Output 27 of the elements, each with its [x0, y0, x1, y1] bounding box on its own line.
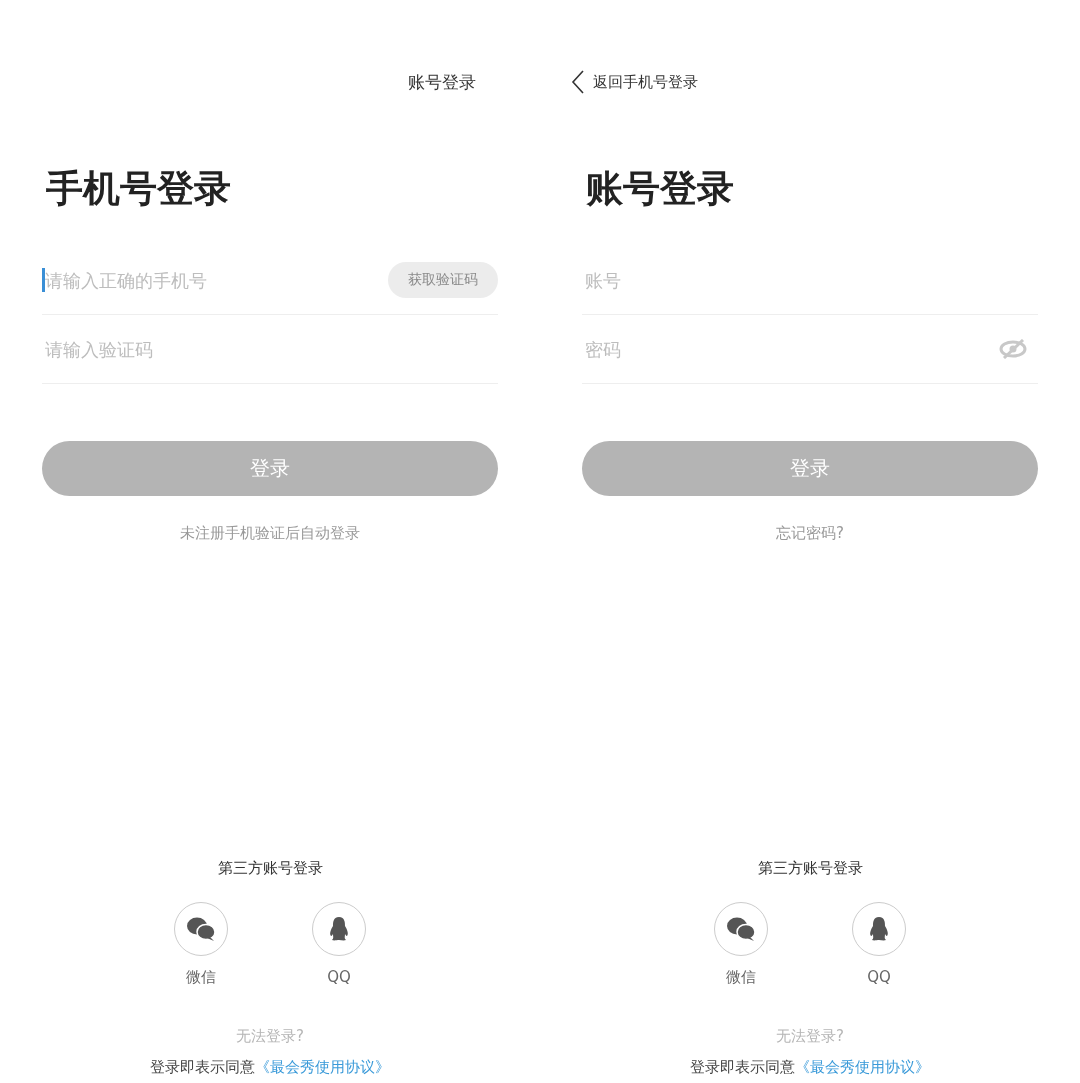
help-link[interactable]: 无法登录?	[236, 1027, 304, 1046]
section-title: 第三方账号登录	[216, 859, 324, 878]
agreement-link[interactable]: 《最会秀使用协议》	[795, 1058, 930, 1076]
info-text: 未注册手机验证后自动登录	[180, 524, 360, 543]
back-button[interactable]: 返回手机号登录	[571, 70, 698, 94]
page-title: 账号登录	[585, 166, 735, 212]
chat-bubbles-icon	[186, 916, 216, 942]
agreement-link[interactable]: 《最会秀使用协议》	[255, 1058, 390, 1076]
input-field[interactable]: 密码	[582, 337, 998, 361]
input-field[interactable]: 请输入验证码	[42, 337, 498, 361]
account-login-link[interactable]: 账号登录	[408, 71, 476, 94]
agreement-text: 登录即表示同意《最会秀使用协议》	[149, 1058, 391, 1077]
forgot-password-link[interactable]: 忘记密码?	[776, 524, 844, 543]
option-label: 微信	[726, 968, 756, 987]
option-label: QQ	[327, 968, 351, 986]
input-field[interactable]: 账号	[582, 268, 1038, 292]
penguin-icon	[868, 916, 890, 942]
page-title: 手机号登录	[45, 166, 232, 212]
penguin-icon	[328, 916, 350, 942]
back-icon	[571, 70, 585, 94]
help-link[interactable]: 无法登录?	[776, 1027, 844, 1046]
input-field[interactable]: 请输入正确的手机号	[42, 268, 388, 292]
section-title: 第三方账号登录	[756, 859, 864, 878]
option-label: 微信	[186, 968, 216, 987]
agreement-text: 登录即表示同意《最会秀使用协议》	[689, 1058, 931, 1077]
option-label: QQ	[867, 968, 891, 986]
chat-bubbles-icon	[726, 916, 756, 942]
